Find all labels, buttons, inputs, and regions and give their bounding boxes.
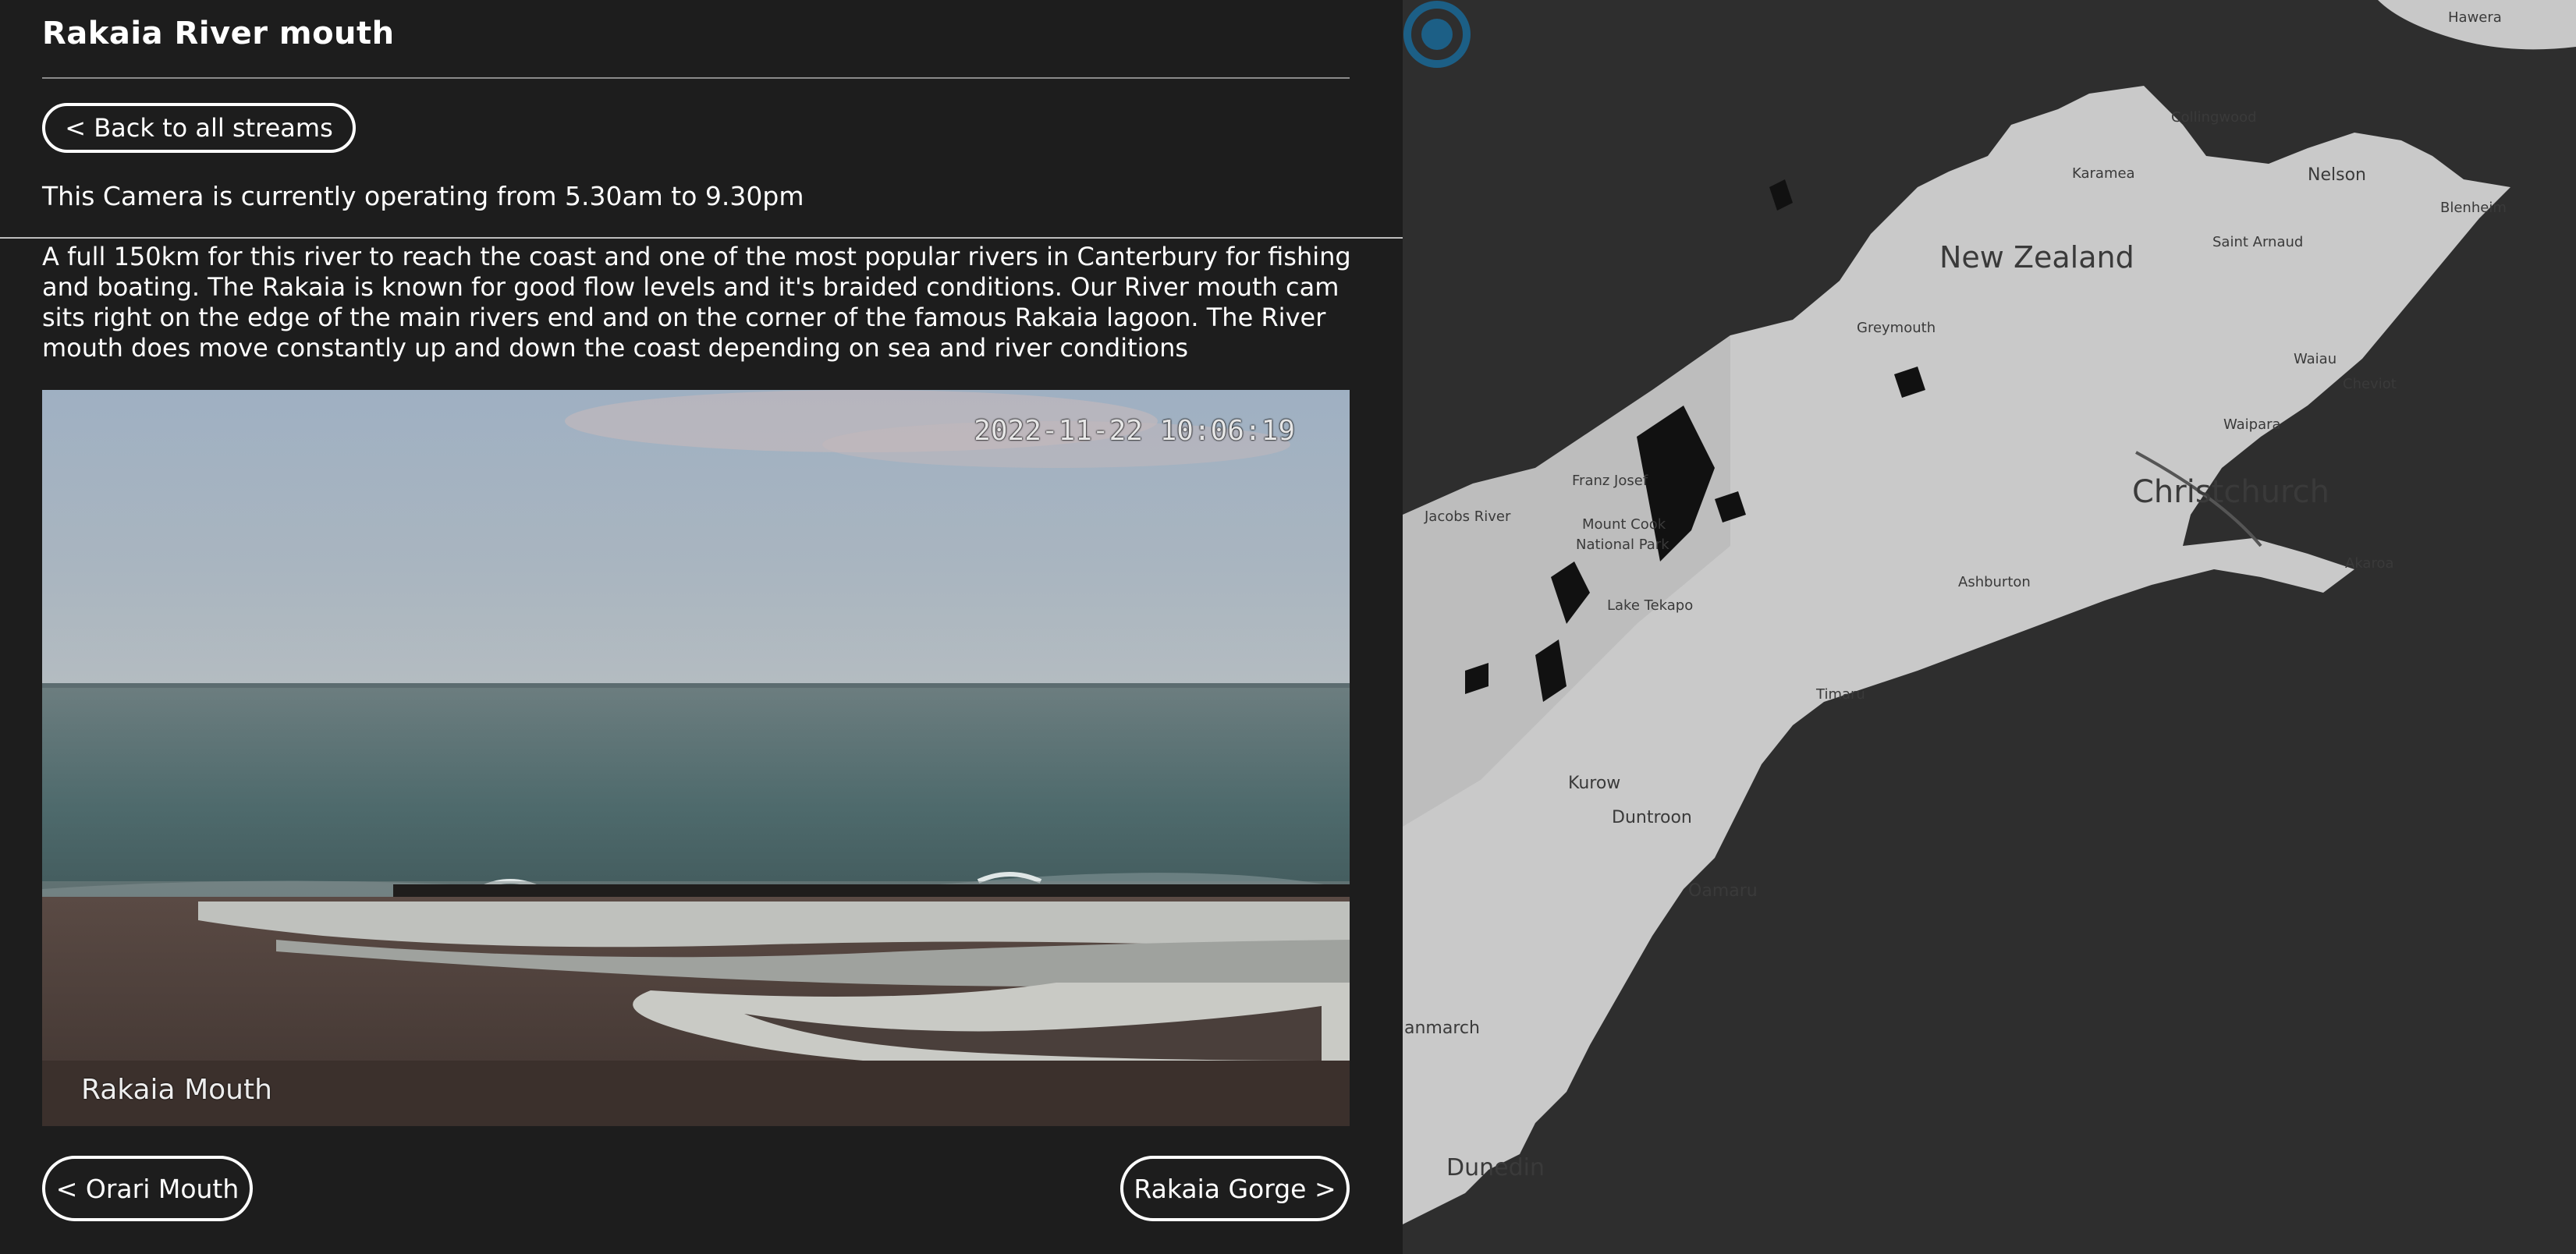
map-label-duntroon: Duntroon <box>1612 808 1692 827</box>
map-label-cheviot: Cheviot <box>2343 376 2397 392</box>
map-label-lake-tekapo: Lake Tekapo <box>1607 597 1694 614</box>
map-label-ranmarch: anmarch <box>1404 1018 1480 1038</box>
next-stream-button[interactable]: Rakaia Gorge > <box>1120 1156 1350 1221</box>
map-label-franz-josef: Franz Josef <box>1572 473 1648 489</box>
title-divider <box>42 77 1350 79</box>
stream-detail-panel: Rakaia River mouth < Back to all streams… <box>0 0 1403 1254</box>
map-label-christchurch: Christchurch <box>2132 474 2329 510</box>
map-label-greymouth: Greymouth <box>1857 320 1936 336</box>
map-label-collingwood: Collingwood <box>2171 109 2257 126</box>
camera-overlay-label: Rakaia Mouth <box>81 1074 272 1106</box>
camera-stream-view[interactable]: 2022-11-22 10:06:19 Rakaia Mouth <box>42 390 1350 1126</box>
stream-description: A full 150km for this river to reach the… <box>42 242 1351 363</box>
map-label-blenheim: Blenheim <box>2440 200 2507 216</box>
operating-hours-text: This Camera is currently operating from … <box>42 181 804 211</box>
page-title: Rakaia River mouth <box>42 16 395 51</box>
map-label-saint-arnaud: Saint Arnaud <box>2212 234 2304 250</box>
map-label-kurow: Kurow <box>1568 774 1621 793</box>
map-label-nelson: Nelson <box>2308 165 2366 185</box>
map-label-mount-cook: Mount Cook <box>1582 516 1666 533</box>
map-label-waipara: Waipara <box>2223 416 2281 433</box>
map-label-ashburton: Ashburton <box>1958 574 2031 590</box>
location-map[interactable]: Hawera Collingwood Karamea Nelson Blenhe… <box>1403 0 2576 1254</box>
map-label-country: New Zealand <box>1939 240 2134 275</box>
map-label-akaroa: Akaroa <box>2345 555 2394 572</box>
camera-timestamp: 2022-11-22 10:06:19 <box>974 415 1295 447</box>
hours-divider <box>0 237 1403 239</box>
previous-stream-button[interactable]: < Orari Mouth <box>42 1156 253 1221</box>
map-label-karamea: Karamea <box>2072 165 2135 182</box>
south-island-map-shape <box>1403 0 2576 1224</box>
map-label-dunedin: Dunedin <box>1446 1154 1545 1181</box>
map-label-national-park: National Park <box>1576 537 1669 553</box>
map-label-waiau: Waiau <box>2294 351 2337 367</box>
map-label-oamaru: Oamaru <box>1688 881 1758 901</box>
location-target-icon[interactable] <box>1403 0 1471 69</box>
map-label-jacobs-river: Jacobs River <box>1425 508 1511 525</box>
map-label-hawera: Hawera <box>2448 9 2502 26</box>
back-to-all-streams-button[interactable]: < Back to all streams <box>42 103 356 153</box>
camera-frame-image <box>42 390 1350 1126</box>
map-label-timaru: Timaru <box>1816 686 1865 703</box>
